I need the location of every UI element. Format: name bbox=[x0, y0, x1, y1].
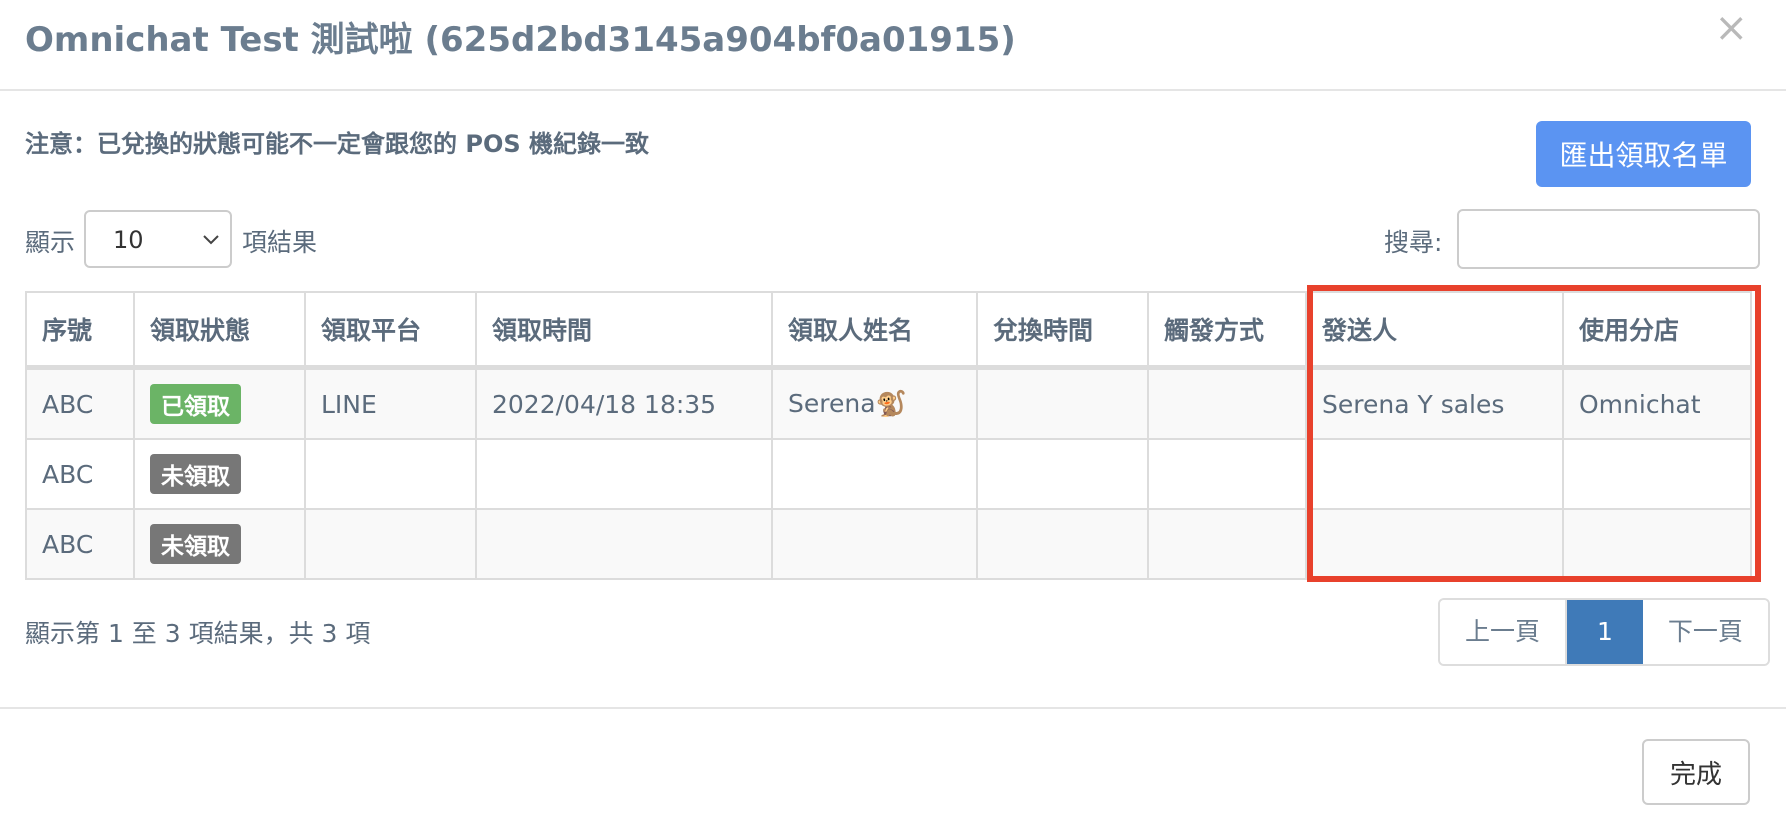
table-row: ABC 未領取 bbox=[25, 508, 1752, 580]
pagination: 上一頁 1 下一頁 bbox=[1438, 598, 1770, 666]
cell-claimer-name bbox=[771, 438, 978, 510]
column-header-status[interactable]: 領取狀態 bbox=[133, 291, 306, 370]
column-header-sender[interactable]: 發送人 bbox=[1305, 291, 1564, 370]
search-label: 搜尋: bbox=[1384, 228, 1443, 257]
length-label: 顯示 bbox=[25, 228, 76, 257]
table-row: ABC 已領取 LINE 2022/04/18 18:35 Serena🐒 Se… bbox=[25, 366, 1752, 440]
cell-redeem-time bbox=[976, 508, 1149, 580]
cell-sender bbox=[1305, 508, 1564, 580]
claim-table: 序號 領取狀態 領取平台 領取時間 領取人姓名 兌換時間 觸發方式 發送人 使用… bbox=[25, 291, 1752, 580]
page-length-value: 10 bbox=[113, 226, 144, 254]
footer-divider bbox=[0, 707, 1786, 709]
cell-claim-time bbox=[475, 508, 773, 580]
cell-branch: Omnichat bbox=[1562, 366, 1752, 440]
pagination-info: 顯示第 1 至 3 項結果，共 3 項 bbox=[25, 619, 371, 648]
column-header-trigger[interactable]: 觸發方式 bbox=[1147, 291, 1307, 370]
cell-trigger bbox=[1147, 366, 1307, 440]
modal-title: Omnichat Test 測試啦 (625d2bd3145a904bf0a01… bbox=[25, 20, 1016, 60]
table-row: ABC 未領取 bbox=[25, 438, 1752, 510]
cell-trigger bbox=[1147, 438, 1307, 510]
cell-sender: Serena Y sales bbox=[1305, 366, 1564, 440]
cell-platform bbox=[304, 438, 477, 510]
next-page-button[interactable]: 下一頁 bbox=[1642, 600, 1768, 664]
column-header-branch[interactable]: 使用分店 bbox=[1562, 291, 1752, 370]
cell-claim-time: 2022/04/18 18:35 bbox=[475, 366, 773, 440]
cell-status: 未領取 bbox=[133, 508, 306, 580]
cell-sender bbox=[1305, 438, 1564, 510]
cell-claim-time bbox=[475, 438, 773, 510]
cell-claimer-name bbox=[771, 508, 978, 580]
column-header-redeem-time[interactable]: 兌換時間 bbox=[976, 291, 1149, 370]
chevron-down-icon bbox=[203, 235, 219, 245]
cell-serial: ABC bbox=[25, 366, 135, 440]
export-list-button[interactable]: 匯出領取名單 bbox=[1536, 121, 1751, 187]
cell-serial: ABC bbox=[25, 508, 135, 580]
modal-header: Omnichat Test 測試啦 (625d2bd3145a904bf0a01… bbox=[0, 0, 1786, 91]
status-badge: 未領取 bbox=[150, 524, 241, 564]
cell-status: 已領取 bbox=[133, 366, 306, 440]
column-header-claim-time[interactable]: 領取時間 bbox=[475, 291, 773, 370]
cell-branch bbox=[1562, 438, 1752, 510]
column-header-platform[interactable]: 領取平台 bbox=[304, 291, 477, 370]
column-header-claimer-name[interactable]: 領取人姓名 bbox=[771, 291, 978, 370]
cell-redeem-time bbox=[976, 438, 1149, 510]
status-badge: 已領取 bbox=[150, 384, 241, 424]
cell-status: 未領取 bbox=[133, 438, 306, 510]
status-badge: 未領取 bbox=[150, 454, 241, 494]
cell-branch bbox=[1562, 508, 1752, 580]
claim-list-modal: Omnichat Test 測試啦 (625d2bd3145a904bf0a01… bbox=[0, 0, 1786, 826]
cell-trigger bbox=[1147, 508, 1307, 580]
cell-redeem-time bbox=[976, 366, 1149, 440]
cell-claimer-name: Serena🐒 bbox=[771, 366, 978, 440]
prev-page-button[interactable]: 上一頁 bbox=[1440, 600, 1568, 664]
notice-text: 注意：已兌換的狀態可能不一定會跟您的 POS 機紀錄一致 bbox=[25, 130, 649, 158]
close-icon[interactable]: × bbox=[1714, 8, 1748, 48]
table-header-row: 序號 領取狀態 領取平台 領取時間 領取人姓名 兌換時間 觸發方式 發送人 使用… bbox=[25, 291, 1752, 370]
length-suffix: 項結果 bbox=[242, 228, 318, 257]
column-header-serial[interactable]: 序號 bbox=[25, 291, 135, 370]
cell-platform: LINE bbox=[304, 366, 477, 440]
page-length-select[interactable]: 10 bbox=[84, 210, 232, 268]
cell-platform bbox=[304, 508, 477, 580]
cell-serial: ABC bbox=[25, 438, 135, 510]
done-button[interactable]: 完成 bbox=[1642, 739, 1750, 805]
page-1-button[interactable]: 1 bbox=[1567, 600, 1643, 664]
search-input[interactable] bbox=[1457, 209, 1760, 269]
